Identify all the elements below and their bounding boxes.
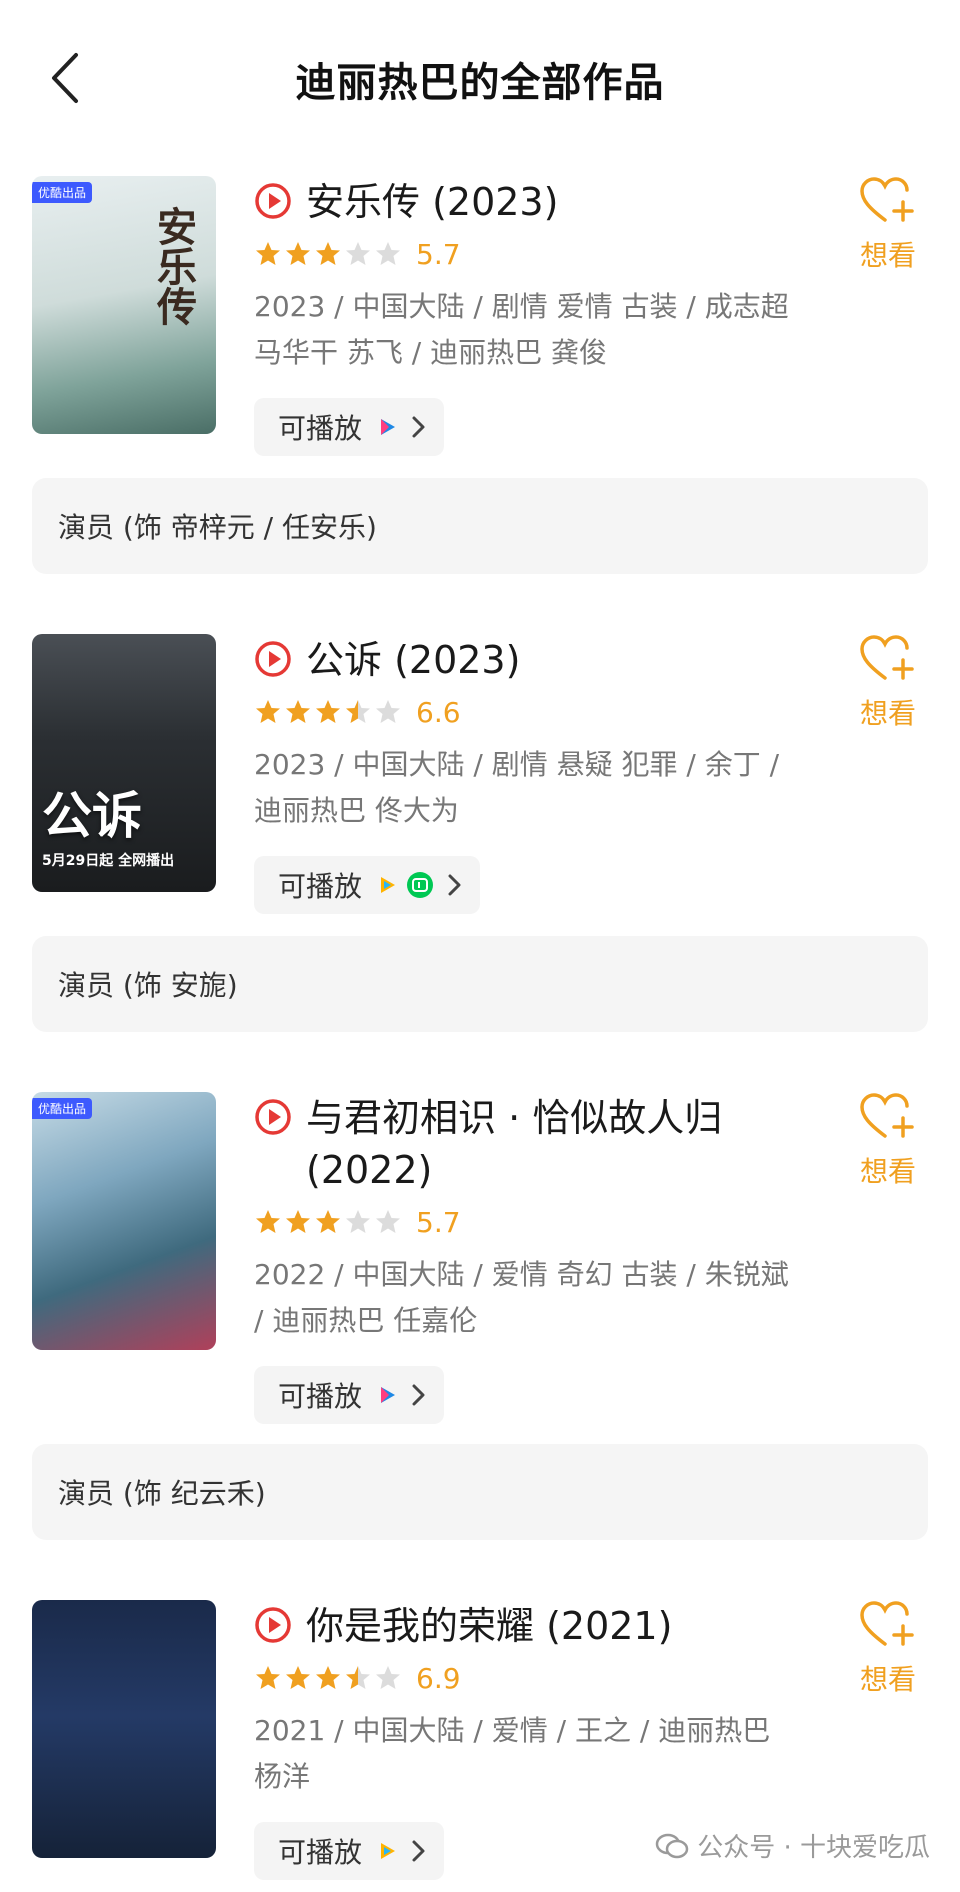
poster-image[interactable]: [32, 1600, 216, 1858]
poster-image[interactable]: 公诉 5月29日起 全网播出: [32, 634, 216, 892]
iqiyi-icon: [407, 872, 434, 898]
want-label: 想看: [859, 1155, 916, 1188]
rating-score: 6.9: [416, 1661, 461, 1695]
want-to-watch-button[interactable]: 想看: [848, 1600, 928, 1698]
work-title[interactable]: 公诉 (2023): [306, 634, 520, 686]
star-empty-icon: [376, 1666, 400, 1689]
star-full-icon: [256, 1666, 280, 1689]
play-circle-icon: [255, 641, 291, 677]
rating-score: 5.7: [416, 1205, 461, 1239]
play-button[interactable]: 可播放: [254, 856, 481, 914]
watermark: 公众号 · 十块爱吃瓜: [655, 1827, 930, 1864]
play-label: 可播放: [278, 870, 363, 903]
chevron-right-icon: [412, 416, 425, 438]
poster-badge: 优酷出品: [32, 1098, 93, 1119]
want-to-watch-button[interactable]: 想看: [848, 176, 928, 274]
rating-stars: [254, 1208, 404, 1236]
poster-image[interactable]: 优酷出品: [32, 1092, 216, 1350]
role-box: 演员 (饰 纪云禾): [32, 1444, 928, 1540]
star-empty-icon: [346, 242, 370, 265]
work-info: 与君初相识 · 恰似故人归 (2022) 5.7 2022 / 中国大陆 / 爱…: [254, 1092, 814, 1424]
star-full-icon: [316, 1210, 340, 1233]
page-title: 迪丽热巴的全部作品: [295, 60, 665, 106]
star-empty-icon: [376, 1210, 400, 1233]
star-full-icon: [256, 242, 280, 265]
role-text: 演员 (饰 纪云禾): [58, 1477, 266, 1510]
star-full-icon: [316, 242, 340, 265]
star-empty-icon: [376, 700, 400, 723]
rating-stars: [254, 240, 404, 268]
star-empty-icon: [346, 1210, 370, 1233]
star-full-icon: [286, 1666, 310, 1689]
want-label: 想看: [859, 1663, 916, 1696]
play-circle-icon: [255, 1099, 291, 1135]
want-to-watch-button[interactable]: 想看: [848, 634, 928, 732]
chevron-right-icon: [448, 874, 461, 896]
tencent-video-icon: [381, 1843, 396, 1859]
watermark-text: 公众号 · 十块爱吃瓜: [697, 1833, 930, 1863]
play-button[interactable]: 可播放: [254, 1822, 445, 1880]
youku-icon: [381, 419, 396, 435]
rating-stars: [254, 1664, 404, 1692]
star-full-icon: [256, 1210, 280, 1233]
tencent-video-icon: [381, 877, 396, 893]
play-label: 可播放: [278, 1836, 363, 1869]
star-half-icon: [346, 1666, 370, 1689]
rating: 6.9: [254, 1660, 814, 1696]
star-full-icon: [286, 1210, 310, 1233]
role-text: 演员 (饰 安旎): [58, 969, 238, 1002]
work-meta: 2021 / 中国大陆 / 爱情 / 王之 / 迪丽热巴 杨洋: [254, 1714, 771, 1793]
work-info: 公诉 (2023) 6.6 2023 / 中国大陆 / 剧情 悬疑 犯罪 / 余…: [254, 634, 814, 914]
star-full-icon: [256, 700, 280, 723]
play-circle-icon: [255, 1607, 291, 1643]
work-title[interactable]: 你是我的荣耀 (2021): [306, 1600, 672, 1652]
play-button[interactable]: 可播放: [254, 1366, 445, 1424]
rating-score: 6.6: [416, 695, 461, 729]
youku-icon: [381, 1387, 396, 1403]
heart-plus-icon: [860, 177, 914, 222]
poster-badge: 优酷出品: [32, 182, 93, 203]
poster-title: 安乐传: [150, 206, 197, 326]
star-empty-icon: [376, 242, 400, 265]
role-box: 演员 (饰 安旎): [32, 936, 928, 1032]
star-full-icon: [286, 242, 310, 265]
work-info: 安乐传 (2023) 5.7 2023 / 中国大陆 / 剧情 爱情 古装 / …: [254, 176, 814, 456]
play-label: 可播放: [278, 1380, 363, 1413]
work-meta: 2023 / 中国大陆 / 剧情 爱情 古装 / 成志超 马华干 苏飞 / 迪丽…: [254, 290, 789, 369]
heart-plus-icon: [860, 1601, 914, 1646]
header: 迪丽热巴的全部作品: [0, 0, 960, 160]
rating-stars: [254, 698, 404, 726]
rating-score: 5.7: [416, 237, 461, 271]
work-title[interactable]: 与君初相识 · 恰似故人归 (2022): [306, 1092, 806, 1196]
work-meta: 2022 / 中国大陆 / 爱情 奇幻 古装 / 朱锐斌 / 迪丽热巴 任嘉伦: [254, 1258, 789, 1337]
want-to-watch-button[interactable]: 想看: [848, 1092, 928, 1190]
poster-title: 公诉: [42, 786, 142, 845]
poster-image[interactable]: 优酷出品 安乐传: [32, 176, 216, 434]
play-circle-icon: [255, 183, 291, 219]
star-half-icon: [346, 700, 370, 723]
poster-subtitle: 5月29日起 全网播出: [42, 853, 175, 869]
star-full-icon: [286, 700, 310, 723]
want-label: 想看: [859, 239, 916, 272]
play-button[interactable]: 可播放: [254, 398, 445, 456]
rating: 5.7: [254, 236, 814, 272]
star-full-icon: [316, 700, 340, 723]
rating: 6.6: [254, 694, 814, 730]
heart-plus-icon: [860, 1093, 914, 1138]
chevron-right-icon: [412, 1840, 425, 1862]
heart-plus-icon: [860, 635, 914, 680]
work-meta: 2023 / 中国大陆 / 剧情 悬疑 犯罪 / 余丁 / 迪丽热巴 佟大为: [254, 748, 780, 827]
star-full-icon: [316, 1666, 340, 1689]
play-label: 可播放: [278, 412, 363, 445]
want-label: 想看: [859, 697, 916, 730]
wechat-icon: [655, 1833, 689, 1858]
role-box: 演员 (饰 帝梓元 / 任安乐): [32, 478, 928, 574]
work-title[interactable]: 安乐传 (2023): [306, 176, 558, 228]
chevron-right-icon: [412, 1384, 425, 1406]
rating: 5.7: [254, 1204, 814, 1240]
role-text: 演员 (饰 帝梓元 / 任安乐): [58, 511, 377, 544]
